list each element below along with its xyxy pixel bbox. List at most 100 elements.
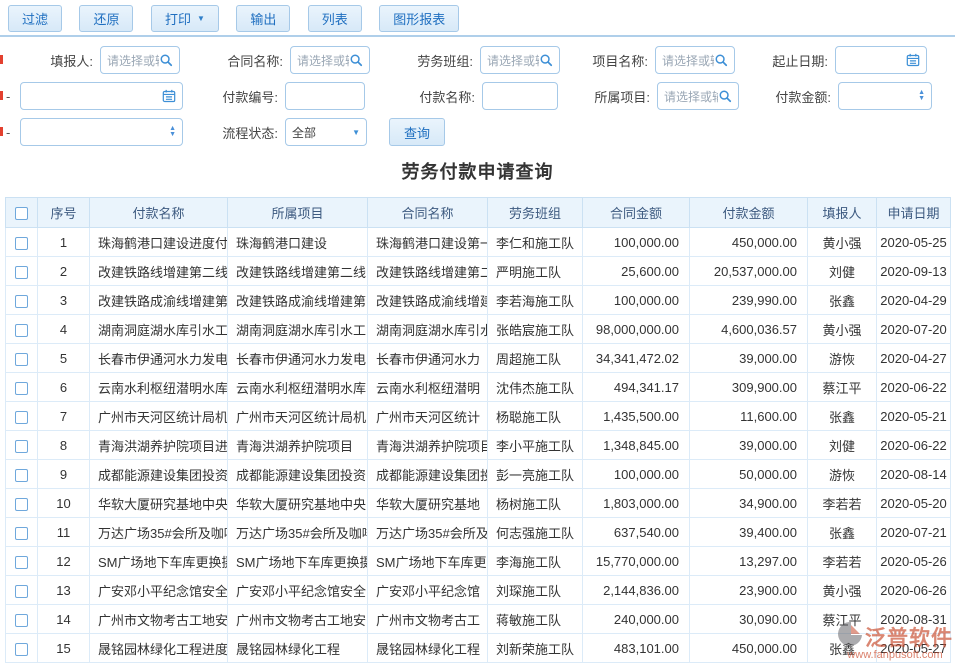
project-link[interactable]: 成都能源建设集团投资 bbox=[228, 460, 368, 489]
project-link[interactable]: 广州市文物考古工地安 bbox=[228, 605, 368, 634]
reporter-cell[interactable]: 黄小强 bbox=[808, 576, 877, 605]
row-checkbox[interactable] bbox=[15, 498, 28, 511]
team-link[interactable]: 李小平施工队 bbox=[488, 431, 583, 460]
payment-name-link[interactable]: 晟铭园林绿化工程进度 bbox=[90, 634, 228, 663]
output-button[interactable]: 输出 bbox=[236, 5, 290, 32]
restore-button[interactable]: 还原 bbox=[79, 5, 133, 32]
row-checkbox[interactable] bbox=[15, 643, 28, 656]
project-link[interactable]: 改建铁路成渝线增建第 bbox=[228, 286, 368, 315]
contract-link[interactable]: 青海洪湖养护院项目 bbox=[368, 431, 488, 460]
payment-name-link[interactable]: 长春市伊通河水力发电 bbox=[90, 344, 228, 373]
payment-name-link[interactable]: 改建铁路线增建第二线 bbox=[90, 257, 228, 286]
row-checkbox[interactable] bbox=[15, 556, 28, 569]
payment-name-link[interactable]: 广州市天河区统计局机 bbox=[90, 402, 228, 431]
row-checkbox[interactable] bbox=[15, 411, 28, 424]
reporter-cell[interactable]: 李若若 bbox=[808, 489, 877, 518]
chart-report-button[interactable]: 图形报表 bbox=[379, 5, 459, 32]
reporter-cell[interactable]: 张鑫 bbox=[808, 402, 877, 431]
team-link[interactable]: 严明施工队 bbox=[488, 257, 583, 286]
payment-name-link[interactable]: 改建铁路成渝线增建第 bbox=[90, 286, 228, 315]
project-link[interactable]: 长春市伊通河水力发电 bbox=[228, 344, 368, 373]
reporter-search-input[interactable]: 请选择或输 bbox=[100, 46, 180, 74]
contract-link[interactable]: 万达广场35#会所及 bbox=[368, 518, 488, 547]
labor-team-search-input[interactable]: 请选择或输 bbox=[480, 46, 560, 74]
process-status-select[interactable]: 全部 ▼ bbox=[285, 118, 367, 146]
team-link[interactable]: 刘琛施工队 bbox=[488, 576, 583, 605]
row-checkbox[interactable] bbox=[15, 382, 28, 395]
reporter-cell[interactable]: 游恢 bbox=[808, 344, 877, 373]
payment-no-input[interactable] bbox=[285, 82, 365, 110]
row-checkbox[interactable] bbox=[15, 324, 28, 337]
list-button[interactable]: 列表 bbox=[308, 5, 362, 32]
end-date-input[interactable] bbox=[20, 82, 183, 110]
search-icon[interactable] bbox=[349, 53, 363, 67]
payment-name-link[interactable]: 云南水利枢纽潜明水库 bbox=[90, 373, 228, 402]
row-checkbox[interactable] bbox=[15, 614, 28, 627]
reporter-cell[interactable]: 游恢 bbox=[808, 460, 877, 489]
payment-name-input[interactable] bbox=[482, 82, 558, 110]
row-checkbox[interactable] bbox=[15, 353, 28, 366]
payment-name-link[interactable]: 万达广场35#会所及咖啡 bbox=[90, 518, 228, 547]
reporter-cell[interactable]: 李若若 bbox=[808, 547, 877, 576]
contract-link[interactable]: 云南水利枢纽潜明 bbox=[368, 373, 488, 402]
select-all-checkbox[interactable] bbox=[15, 207, 28, 220]
team-link[interactable]: 杨树施工队 bbox=[488, 489, 583, 518]
team-link[interactable]: 周超施工队 bbox=[488, 344, 583, 373]
team-link[interactable]: 沈伟杰施工队 bbox=[488, 373, 583, 402]
team-link[interactable]: 刘新荣施工队 bbox=[488, 634, 583, 663]
reporter-cell[interactable]: 黄小强 bbox=[808, 315, 877, 344]
reporter-cell[interactable]: 张鑫 bbox=[808, 518, 877, 547]
project-link[interactable]: 珠海鹤港口建设 bbox=[228, 228, 368, 257]
row-checkbox[interactable] bbox=[15, 440, 28, 453]
project-link[interactable]: 万达广场35#会所及咖啡 bbox=[228, 518, 368, 547]
query-button[interactable]: 查询 bbox=[389, 118, 445, 146]
contract-name-search-input[interactable]: 请选择或输 bbox=[290, 46, 370, 74]
reporter-cell[interactable]: 蔡江平 bbox=[808, 373, 877, 402]
print-button[interactable]: 打印▼ bbox=[151, 5, 219, 32]
reporter-cell[interactable]: 黄小强 bbox=[808, 228, 877, 257]
search-icon[interactable] bbox=[159, 53, 173, 67]
contract-link[interactable]: 华软大厦研究基地 bbox=[368, 489, 488, 518]
contract-link[interactable]: 长春市伊通河水力 bbox=[368, 344, 488, 373]
contract-link[interactable]: 改建铁路线增建第二 bbox=[368, 257, 488, 286]
reporter-cell[interactable]: 张鑫 bbox=[808, 286, 877, 315]
payment-name-link[interactable]: 湖南洞庭湖水库引水工 bbox=[90, 315, 228, 344]
project-link[interactable]: 广州市天河区统计局机 bbox=[228, 402, 368, 431]
reporter-cell[interactable]: 刘健 bbox=[808, 431, 877, 460]
reporter-cell[interactable]: 张鑫 bbox=[808, 634, 877, 663]
contract-link[interactable]: 晟铭园林绿化工程 bbox=[368, 634, 488, 663]
row-checkbox[interactable] bbox=[15, 469, 28, 482]
contract-link[interactable]: 湖南洞庭湖水库引水 bbox=[368, 315, 488, 344]
team-link[interactable]: 李海施工队 bbox=[488, 547, 583, 576]
team-link[interactable]: 张皓宸施工队 bbox=[488, 315, 583, 344]
contract-link[interactable]: SM广场地下车库更 bbox=[368, 547, 488, 576]
project-link[interactable]: 改建铁路线增建第二线 bbox=[228, 257, 368, 286]
contract-link[interactable]: 广安邓小平纪念馆 bbox=[368, 576, 488, 605]
payment-name-link[interactable]: 华软大厦研究基地中央 bbox=[90, 489, 228, 518]
team-link[interactable]: 李仁和施工队 bbox=[488, 228, 583, 257]
project-name-search-input[interactable]: 请选择或输 bbox=[655, 46, 735, 74]
project-link[interactable]: 云南水利枢纽潜明水库 bbox=[228, 373, 368, 402]
team-link[interactable]: 何志强施工队 bbox=[488, 518, 583, 547]
row-checkbox[interactable] bbox=[15, 527, 28, 540]
row-checkbox[interactable] bbox=[15, 237, 28, 250]
project-link[interactable]: SM广场地下车库更换摄 bbox=[228, 547, 368, 576]
payment-name-link[interactable]: 广安邓小平纪念馆安全 bbox=[90, 576, 228, 605]
team-link[interactable]: 李若海施工队 bbox=[488, 286, 583, 315]
spinner-arrows-icon[interactable]: ▲▼ bbox=[918, 90, 925, 102]
calendar-icon[interactable] bbox=[906, 53, 920, 67]
team-link[interactable]: 蒋敏施工队 bbox=[488, 605, 583, 634]
project-link[interactable]: 晟铭园林绿化工程 bbox=[228, 634, 368, 663]
search-icon[interactable] bbox=[714, 53, 728, 67]
payment-amount-min-stepper[interactable]: ▲▼ bbox=[838, 82, 932, 110]
team-link[interactable]: 彭一亮施工队 bbox=[488, 460, 583, 489]
reporter-cell[interactable]: 蔡江平 bbox=[808, 605, 877, 634]
payment-name-link[interactable]: 广州市文物考古工地安 bbox=[90, 605, 228, 634]
search-icon[interactable] bbox=[718, 89, 732, 103]
contract-link[interactable]: 改建铁路成渝线增建 bbox=[368, 286, 488, 315]
project-link[interactable]: 华软大厦研究基地中央 bbox=[228, 489, 368, 518]
project-link[interactable]: 广安邓小平纪念馆安全 bbox=[228, 576, 368, 605]
contract-link[interactable]: 成都能源建设集团投 bbox=[368, 460, 488, 489]
calendar-icon[interactable] bbox=[162, 89, 176, 103]
search-icon[interactable] bbox=[539, 53, 553, 67]
